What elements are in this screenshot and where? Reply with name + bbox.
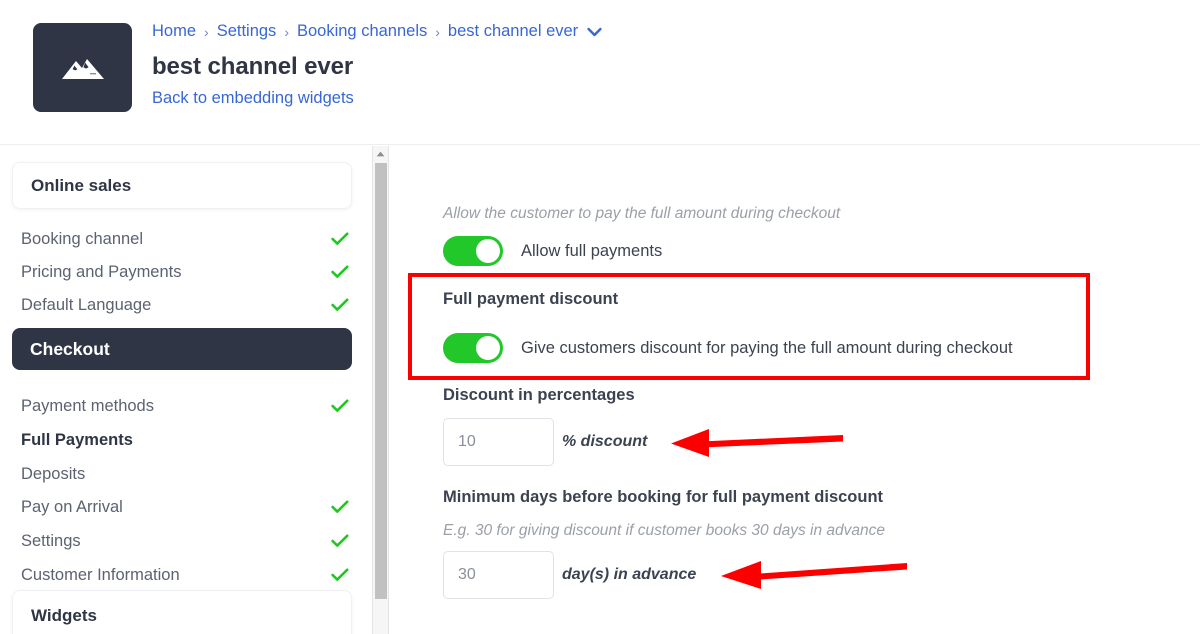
sidebar-item-customer-information[interactable]: Customer Information: [21, 562, 351, 588]
toggle-knob: [476, 336, 500, 360]
triangle-up-icon[interactable]: [373, 146, 388, 161]
breadcrumb-separator: ›: [435, 23, 440, 40]
breadcrumb-item-settings[interactable]: Settings: [217, 22, 277, 41]
sidebar-section-label: Online sales: [31, 175, 132, 195]
minimum-days-hint: E.g. 30 for giving discount if customer …: [443, 522, 885, 539]
sidebar-item-pay-on-arrival[interactable]: Pay on Arrival: [21, 494, 351, 520]
discount-in-percentages-title: Discount in percentages: [443, 386, 635, 404]
app-root: Home › Settings › Booking channels › bes…: [0, 0, 1200, 634]
sidebar-item-label: Pay on Arrival: [21, 497, 123, 516]
page-title: best channel ever: [152, 53, 354, 80]
check-icon: [329, 566, 351, 584]
full-payment-discount-row: Give customers discount for paying the f…: [443, 333, 1013, 363]
sidebar-item-checkout[interactable]: Checkout: [12, 328, 352, 370]
sidebar-item-booking-channel[interactable]: Booking channel: [21, 226, 351, 252]
breadcrumb-item-best-channel-ever[interactable]: best channel ever: [448, 22, 578, 41]
check-icon: [329, 532, 351, 550]
page-header: Home › Settings › Booking channels › bes…: [0, 0, 1200, 145]
check-icon: [329, 397, 351, 415]
discount-percentage-input[interactable]: [443, 418, 554, 466]
back-to-embedding-widgets-link[interactable]: Back to embedding widgets: [152, 89, 354, 108]
allow-full-payments-hint: Allow the customer to pay the full amoun…: [443, 205, 841, 222]
mountain-icon: [60, 55, 106, 81]
check-icon: [329, 296, 351, 314]
minimum-days-input[interactable]: [443, 551, 554, 599]
sidebar-item-label: Settings: [21, 531, 81, 550]
sidebar-item-label: Booking channel: [21, 229, 144, 248]
minimum-days-title: Minimum days before booking for full pay…: [443, 488, 884, 506]
sidebar-item-label: Default Language: [21, 295, 152, 314]
chevron-down-icon[interactable]: [587, 27, 602, 37]
min-days-unit: day(s) in advance: [562, 566, 697, 583]
sidebar-item-label: Payment methods: [21, 396, 154, 415]
sidebar-section-label: Widgets: [31, 606, 97, 625]
sidebar-item-deposits[interactable]: Deposits: [21, 461, 351, 487]
breadcrumb: Home › Settings › Booking channels › bes…: [152, 22, 602, 41]
sidebar-item-label: Customer Information: [21, 565, 180, 584]
sidebar-item-label: Checkout: [30, 338, 110, 359]
toggle-knob: [476, 239, 500, 263]
breadcrumb-separator: ›: [204, 23, 209, 40]
sidebar-item-default-language[interactable]: Default Language: [21, 292, 351, 318]
breadcrumb-separator: ›: [284, 23, 289, 40]
sidebar-item-label: Full Payments: [21, 430, 133, 449]
sidebar-item-label: Deposits: [21, 464, 86, 483]
discount-percent-unit: % discount: [562, 433, 648, 450]
settings-sidebar: Online sales Booking channel Pricing and…: [0, 146, 372, 634]
sidebar-section-widgets[interactable]: Widgets: [12, 590, 352, 634]
full-payment-discount-label: Give customers discount for paying the f…: [521, 338, 1013, 357]
sidebar-item-label: Pricing and Payments: [21, 262, 182, 281]
sidebar-section-online-sales[interactable]: Online sales: [12, 162, 352, 209]
scrollbar-thumb[interactable]: [375, 163, 387, 599]
sidebar-scrollbar[interactable]: [372, 146, 389, 634]
sidebar-item-settings[interactable]: Settings: [21, 528, 351, 554]
breadcrumb-item-booking-channels[interactable]: Booking channels: [297, 22, 427, 41]
allow-full-payments-row: Allow full payments: [443, 236, 662, 266]
sidebar-item-payment-methods[interactable]: Payment methods: [21, 393, 351, 419]
sidebar-item-pricing-and-payments[interactable]: Pricing and Payments: [21, 259, 351, 285]
breadcrumb-item-home[interactable]: Home: [152, 22, 196, 41]
check-icon: [329, 263, 351, 281]
check-icon: [329, 230, 351, 248]
sidebar-item-full-payments[interactable]: Full Payments: [21, 427, 351, 453]
full-payment-discount-toggle[interactable]: [443, 333, 503, 363]
check-icon: [329, 498, 351, 516]
allow-full-payments-label: Allow full payments: [521, 241, 663, 260]
channel-logo: [33, 23, 132, 112]
full-payment-discount-title: Full payment discount: [443, 290, 619, 308]
main-content: Allow the customer to pay the full amoun…: [390, 146, 1200, 634]
allow-full-payments-toggle[interactable]: [443, 236, 503, 266]
